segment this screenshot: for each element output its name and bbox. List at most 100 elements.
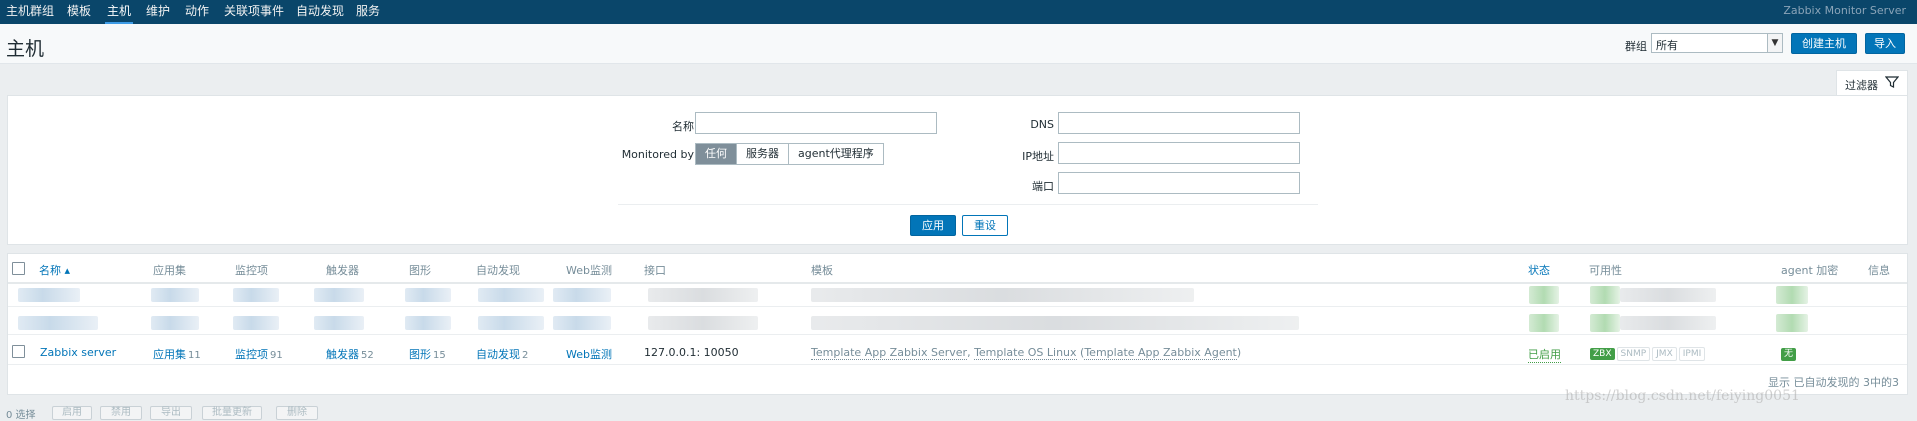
filter-port-label: 端口 <box>1032 180 1054 193</box>
redacted-items <box>233 288 279 302</box>
nav-item-services[interactable]: 服务 <box>356 3 380 19</box>
col-web: Web监测 <box>566 264 612 277</box>
redacted-web <box>553 288 611 302</box>
redacted-templates <box>811 288 1194 302</box>
nav-item-hosts[interactable]: 主机 <box>104 3 134 25</box>
availability-badges: ZBX SNMP JMX IPMI <box>1590 346 1707 361</box>
mass-update-button[interactable]: 批量更新 <box>202 406 262 420</box>
filter-divider <box>618 204 1318 205</box>
redacted-discovery <box>478 316 544 330</box>
redacted-triggers <box>314 288 364 302</box>
nav-item-templates[interactable]: 模板 <box>67 3 91 19</box>
monitored-by-segmented: 任何 服务器 agent代理程序 <box>695 143 884 165</box>
filter-name-input[interactable] <box>695 112 937 134</box>
hosts-table: 名称 ▴ 应用集 监控项 触发器 图形 自动发现 Web监测 接口 模板 状态 … <box>7 253 1908 395</box>
col-agent-encryption: agent 加密 <box>1781 264 1839 277</box>
filter-dns-label: DNS <box>1030 118 1054 131</box>
template-separator: , <box>967 346 975 359</box>
filter-port-input[interactable] <box>1058 172 1300 194</box>
monitored-by-proxy[interactable]: agent代理程序 <box>789 144 883 164</box>
ipmi-badge: IPMI <box>1678 347 1706 361</box>
monitored-by-any[interactable]: 任何 <box>696 144 737 164</box>
col-interface: 接口 <box>644 264 666 277</box>
col-templates: 模板 <box>811 264 833 277</box>
enable-button[interactable]: 启用 <box>52 406 92 420</box>
redacted-availability <box>1590 314 1620 332</box>
redacted-interface <box>648 316 758 330</box>
filter-panel: 名称 Monitored by 任何 服务器 agent代理程序 DNS IP地… <box>7 95 1908 245</box>
redacted-name <box>18 316 98 330</box>
host-name-link[interactable]: Zabbix server <box>40 346 116 359</box>
selected-count: 0 选择 <box>6 410 36 421</box>
export-button[interactable]: 导出 <box>150 406 192 420</box>
row-checkbox[interactable] <box>12 345 25 358</box>
applications-link[interactable]: 应用集 <box>153 348 186 361</box>
triggers-count: 52 <box>361 350 374 361</box>
redacted-encryption <box>1776 286 1808 304</box>
redacted-graphs <box>405 288 451 302</box>
import-button[interactable]: 导入 <box>1865 33 1905 54</box>
zbx-badge: ZBX <box>1590 348 1615 360</box>
redacted-discovery <box>478 288 544 302</box>
redacted-graphs <box>405 316 451 330</box>
templates-cell: Template App Zabbix Server, Template OS … <box>811 346 1242 360</box>
redacted-applications <box>151 288 199 302</box>
applications-count: 11 <box>188 350 201 361</box>
col-availability: 可用性 <box>1589 264 1622 277</box>
delete-button[interactable]: 删除 <box>276 406 318 420</box>
row-divider <box>8 306 1907 307</box>
redacted-availability <box>1590 286 1620 304</box>
create-host-button[interactable]: 创建主机 <box>1791 33 1857 54</box>
nav-item-correlation[interactable]: 关联项事件 <box>224 3 284 19</box>
reset-button[interactable]: 重设 <box>962 215 1008 236</box>
monitored-by-server[interactable]: 服务器 <box>737 144 789 164</box>
redacted-items <box>233 316 279 330</box>
nav-item-actions[interactable]: 动作 <box>185 3 209 19</box>
monitored-by-label: Monitored by <box>621 148 694 161</box>
status-toggle[interactable]: 已启用 <box>1528 346 1561 363</box>
encryption-badge: 无 <box>1781 348 1797 361</box>
nav-item-maintenance[interactable]: 维护 <box>146 3 170 19</box>
template-link[interactable]: Template App Zabbix Agent <box>1084 346 1237 360</box>
redacted-applications <box>151 316 199 330</box>
select-all-checkbox[interactable] <box>12 262 25 275</box>
items-link[interactable]: 监控项 <box>235 348 268 361</box>
triggers-link[interactable]: 触发器 <box>326 348 359 361</box>
web-link[interactable]: Web监测 <box>566 346 612 362</box>
redacted-interface <box>648 288 758 302</box>
discovery-count: 2 <box>522 350 529 361</box>
chevron-down-icon: ▼ <box>1767 34 1782 52</box>
filter-dns-input[interactable] <box>1058 112 1300 134</box>
col-name[interactable]: 名称 ▴ <box>39 262 70 278</box>
col-items: 监控项 <box>235 264 268 277</box>
hostgroup-label: 群组 <box>1625 40 1647 53</box>
nav-item-hostgroups[interactable]: 主机群组 <box>6 3 54 19</box>
filter-ip-input[interactable] <box>1058 142 1300 164</box>
nav-item-discovery[interactable]: 自动发现 <box>296 3 344 19</box>
col-applications: 应用集 <box>153 264 186 277</box>
template-link[interactable]: Template OS Linux <box>974 346 1077 360</box>
col-triggers: 触发器 <box>326 264 359 277</box>
filter-tab[interactable]: 过滤器 <box>1836 70 1908 95</box>
template-paren: ) <box>1236 346 1242 359</box>
disable-button[interactable]: 禁用 <box>100 406 142 420</box>
filter-icon <box>1885 76 1899 88</box>
col-graphs: 图形 <box>409 264 431 277</box>
col-discovery: 自动发现 <box>476 264 520 277</box>
redacted-status <box>1529 314 1559 332</box>
graphs-link[interactable]: 图形 <box>409 348 431 361</box>
server-brand: Zabbix Monitor Server <box>1783 4 1906 17</box>
col-status[interactable]: 状态 <box>1528 262 1550 278</box>
template-link[interactable]: Template App Zabbix Server <box>811 346 968 360</box>
snmp-badge: SNMP <box>1616 347 1651 361</box>
redacted-triggers <box>314 316 364 330</box>
hostgroup-select[interactable]: 所有 ▼ <box>1651 33 1783 53</box>
row-divider <box>8 334 1907 335</box>
redacted-availability-rest <box>1620 316 1716 330</box>
apply-button[interactable]: 应用 <box>910 215 956 236</box>
interface-value: 127.0.0.1: 10050 <box>644 346 739 359</box>
graphs-count: 15 <box>433 350 446 361</box>
redacted-encryption <box>1776 314 1808 332</box>
discovery-link[interactable]: 自动发现 <box>476 348 520 361</box>
redacted-status <box>1529 286 1559 304</box>
